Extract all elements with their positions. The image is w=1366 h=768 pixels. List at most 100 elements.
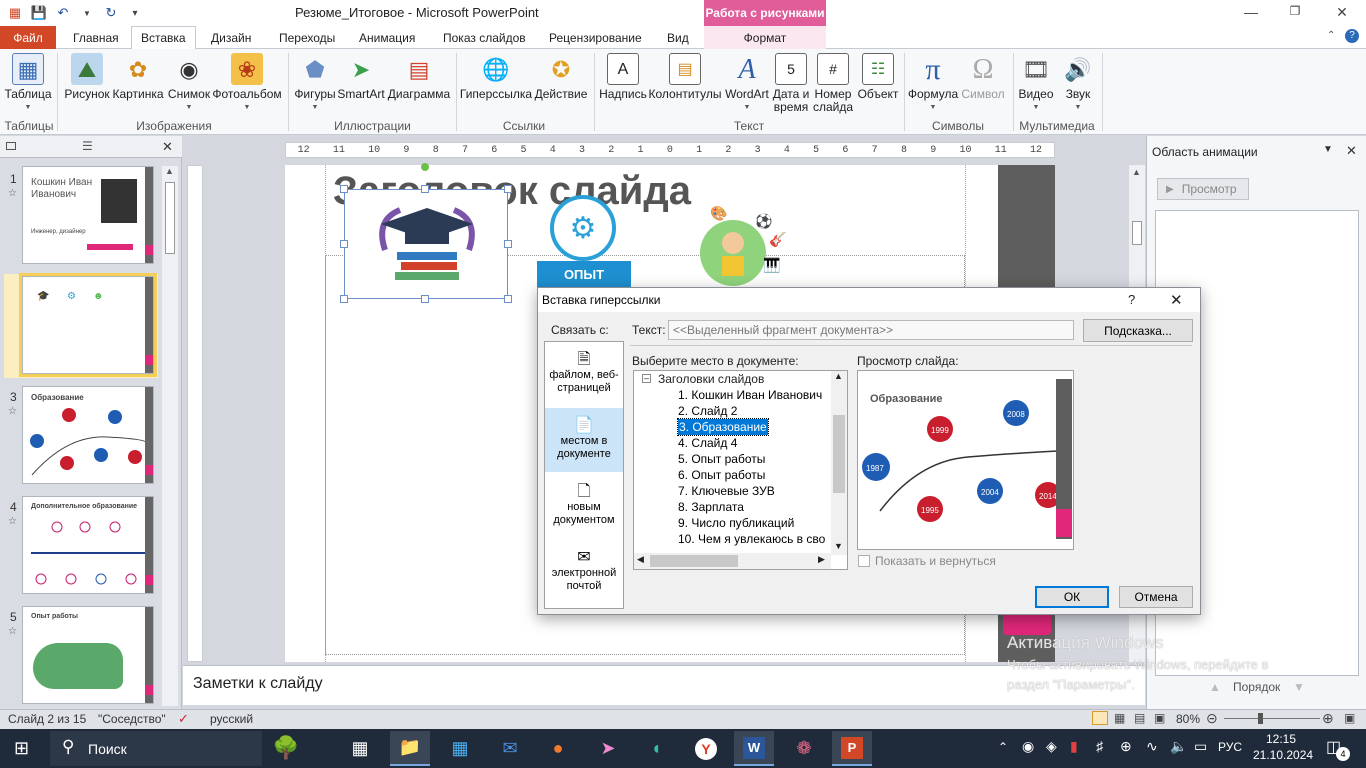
- picture-button[interactable]: ⛰ Рисунок: [64, 53, 110, 101]
- normal-view-icon[interactable]: [1092, 711, 1108, 725]
- close-icon[interactable]: ✕: [1170, 291, 1183, 309]
- tree-item-slide[interactable]: 1. Кошкин Иван Иванович: [678, 387, 822, 403]
- outline-tab-icon[interactable]: ☰: [82, 139, 93, 153]
- mail-icon[interactable]: ✉: [490, 731, 530, 766]
- collapse-ribbon-icon[interactable]: ⌃: [1327, 30, 1335, 41]
- preview-button[interactable]: ▶ Просмотр: [1157, 178, 1249, 200]
- firefox-icon[interactable]: ●: [538, 731, 578, 766]
- link-email-option[interactable]: ✉ электронной почтой: [545, 540, 623, 604]
- slide-thumbnail-4[interactable]: Дополнительное образование: [22, 496, 154, 594]
- undo-icon[interactable]: ↶: [54, 4, 72, 22]
- screentip-button[interactable]: Подсказка...: [1083, 319, 1193, 342]
- scroll-thumb[interactable]: [165, 182, 175, 254]
- slide-number-button[interactable]: # Номер слайда: [812, 53, 854, 114]
- link-existing-file-option[interactable]: 🗎 файлом, веб-страницей: [545, 342, 623, 406]
- close-icon[interactable]: ✕: [1332, 4, 1352, 21]
- tab-slideshow[interactable]: Показ слайдов: [434, 26, 535, 49]
- restore-icon[interactable]: ❐: [1285, 4, 1305, 18]
- audio-button[interactable]: 🔊 Звук ▼: [1058, 53, 1098, 114]
- object-button[interactable]: ☷ Объект: [855, 53, 901, 101]
- chevron-down-icon[interactable]: ▼: [78, 4, 96, 22]
- tray-icon[interactable]: ◉: [1022, 738, 1034, 755]
- redo-icon[interactable]: ↻: [102, 4, 120, 22]
- tree-item-slide[interactable]: 5. Опыт работы: [678, 451, 765, 467]
- close-icon[interactable]: ✕: [1346, 143, 1357, 159]
- help-button[interactable]: ?: [1128, 292, 1135, 307]
- fit-to-window-icon[interactable]: ▣: [1344, 711, 1355, 725]
- scroll-up-icon[interactable]: ▲: [165, 166, 174, 176]
- clock-time[interactable]: 12:15: [1266, 732, 1296, 746]
- tab-home[interactable]: Главная: [64, 26, 128, 49]
- tree-item-slide[interactable]: 6. Опыт работы: [678, 467, 765, 483]
- theme-name[interactable]: "Соседство": [98, 712, 166, 726]
- powerpoint-icon[interactable]: P: [832, 731, 872, 766]
- reorder-down-icon[interactable]: ▼: [1293, 680, 1305, 694]
- datetime-button[interactable]: 5 Дата и время: [770, 53, 812, 114]
- tree-item-slide[interactable]: 9. Число публикаций: [678, 515, 794, 531]
- tree-root[interactable]: Заголовки слайдов: [658, 371, 764, 387]
- tree-item-slide[interactable]: 8. Зарплата: [678, 499, 744, 515]
- slide-thumbnail-2[interactable]: 🎓 ⚙ ☻: [19, 273, 157, 377]
- rotate-handle[interactable]: [421, 163, 429, 171]
- show-return-checkbox[interactable]: [858, 555, 870, 567]
- notes-pane[interactable]: Заметки к слайду: [183, 665, 1145, 705]
- tab-animation[interactable]: Анимация: [350, 26, 424, 49]
- slideshow-icon[interactable]: ▣: [1154, 711, 1165, 725]
- collapse-icon[interactable]: –: [642, 374, 651, 383]
- battery-icon[interactable]: ▭: [1194, 738, 1207, 755]
- reading-view-icon[interactable]: ▤: [1134, 711, 1145, 725]
- ok-button[interactable]: ОК: [1035, 586, 1109, 608]
- graduate-image[interactable]: [344, 189, 508, 299]
- resize-handle[interactable]: [421, 185, 429, 193]
- slide-thumbnail-1[interactable]: Кошкин Иван Иванович Инженер, дизайнер: [22, 166, 154, 264]
- resize-handle[interactable]: [504, 185, 512, 193]
- scroll-up-icon[interactable]: ▲: [1132, 167, 1141, 177]
- resize-handle[interactable]: [340, 240, 348, 248]
- tray-overflow-icon[interactable]: ⌃: [998, 740, 1008, 754]
- equation-button[interactable]: π Формула ▼: [908, 53, 958, 114]
- slide-thumbnail-3[interactable]: Образование: [22, 386, 154, 484]
- store-icon[interactable]: ▦: [440, 731, 480, 766]
- search-box[interactable]: ⚲ Поиск: [50, 731, 262, 766]
- tab-file[interactable]: Файл: [0, 26, 56, 49]
- scroll-left-icon[interactable]: ◀: [637, 554, 644, 565]
- pane-menu-icon[interactable]: ▼: [1323, 144, 1333, 155]
- tray-icon[interactable]: ▮: [1070, 738, 1078, 755]
- resize-handle[interactable]: [421, 295, 429, 303]
- display-text-input[interactable]: <<Выделенный фрагмент документа>>: [668, 320, 1074, 340]
- zoom-in-icon[interactable]: ⊕: [1322, 710, 1334, 727]
- tree-item-slide[interactable]: 2. Слайд 2: [678, 403, 737, 419]
- resize-handle[interactable]: [340, 295, 348, 303]
- yandex-browser-icon[interactable]: Y: [686, 731, 726, 766]
- wordart-button[interactable]: A WordArt ▼: [722, 53, 772, 114]
- action-button[interactable]: ✪ Действие: [533, 53, 589, 101]
- scroll-thumb[interactable]: [650, 555, 738, 567]
- powerpoint-logo-icon[interactable]: ▦: [6, 4, 24, 22]
- explorer-icon[interactable]: 📁: [390, 731, 430, 766]
- header-footer-button[interactable]: ▤ Колонтитулы: [648, 53, 722, 101]
- task-view-icon[interactable]: ▦: [340, 731, 380, 766]
- scroll-right-icon[interactable]: ▶: [818, 554, 825, 565]
- zoom-level[interactable]: 80%: [1176, 712, 1200, 726]
- tab-review[interactable]: Рецензирование: [540, 26, 651, 49]
- tab-format[interactable]: Формат: [704, 26, 826, 49]
- scrollbar[interactable]: ▲: [162, 166, 178, 706]
- save-icon[interactable]: 💾: [30, 4, 48, 22]
- reorder-up-icon[interactable]: ▲: [1209, 680, 1221, 694]
- zoom-slider[interactable]: [1224, 718, 1320, 719]
- customize-qat-icon[interactable]: ▾: [126, 4, 144, 22]
- tree-item-slide[interactable]: 3. Образование: [677, 418, 769, 436]
- scroll-up-icon[interactable]: ▲: [834, 371, 843, 381]
- word-icon[interactable]: W: [734, 731, 774, 766]
- slide-thumbnail-5[interactable]: Опыт работы: [22, 606, 154, 704]
- resize-handle[interactable]: [504, 240, 512, 248]
- input-language[interactable]: РУС: [1218, 740, 1242, 754]
- scroll-down-icon[interactable]: ▼: [834, 541, 843, 551]
- spellcheck-icon[interactable]: ✓: [178, 711, 189, 727]
- trees-widget-icon[interactable]: 🌳: [272, 735, 299, 761]
- tab-transitions[interactable]: Переходы: [270, 26, 344, 49]
- shapes-button[interactable]: ⬟ Фигуры ▼: [294, 53, 336, 114]
- symbol-button[interactable]: Ω Символ: [960, 53, 1006, 101]
- help-icon[interactable]: ?: [1345, 29, 1359, 43]
- link-new-document-option[interactable]: 🗋 новым документом: [545, 474, 623, 538]
